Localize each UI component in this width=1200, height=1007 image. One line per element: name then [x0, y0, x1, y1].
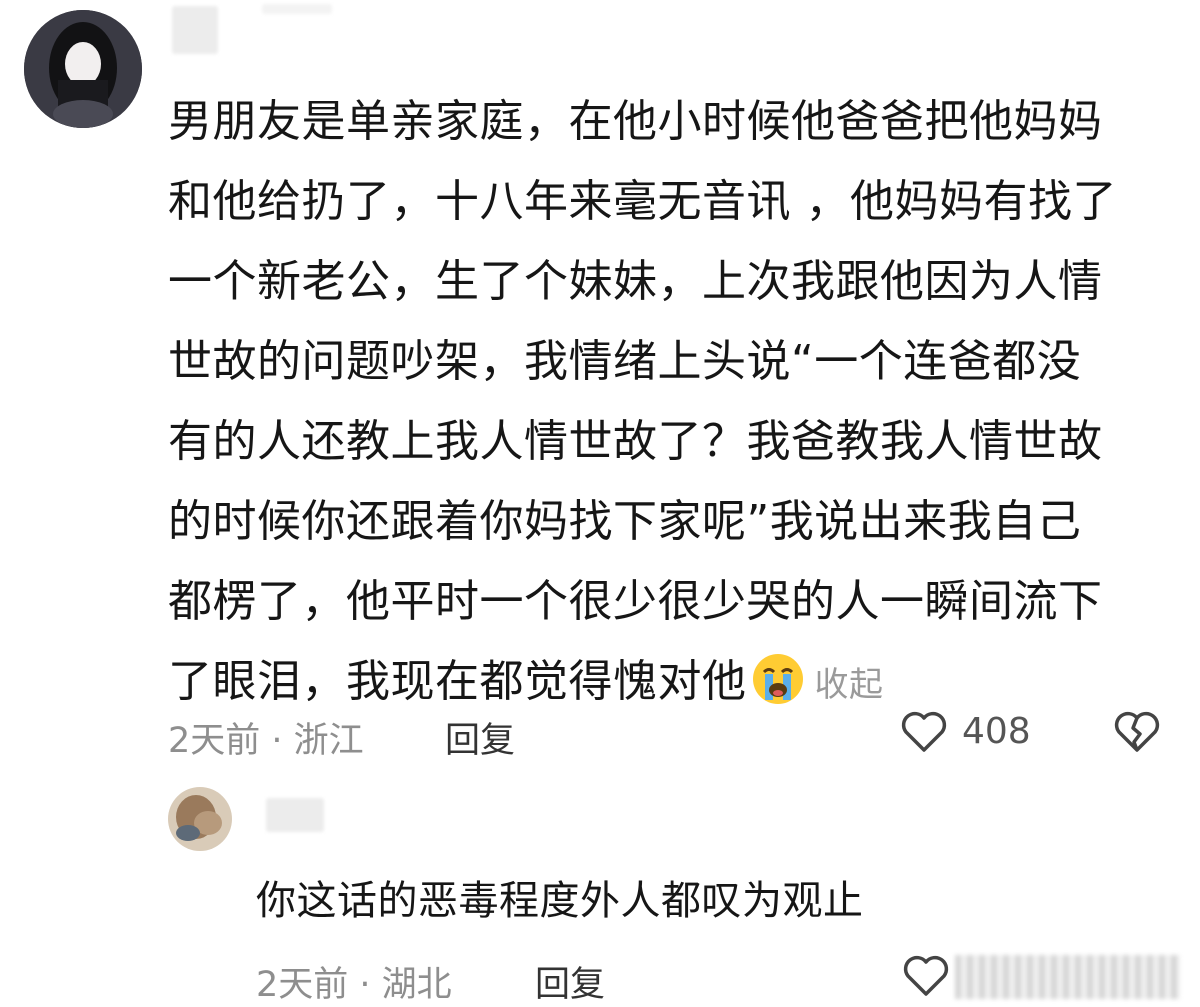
comment-time-location: 2天前 · 浙江 [168, 721, 364, 761]
comment-last-line: 了眼泪，我现在都觉得愧对他 收起 [168, 642, 1168, 722]
reply-avatar[interactable] [168, 787, 232, 851]
reply-reply-button[interactable]: 回复 [535, 956, 605, 1007]
comment-line: 都楞了，他平时一个很少很少哭的人一瞬间流下 [168, 562, 1168, 642]
comment-line: 世故的问题吵架，我情绪上头说“一个连爸都没 [168, 336, 1082, 387]
comment-line-text: 了眼泪，我现在都觉得愧对他 [168, 656, 747, 707]
like-count: 408 [962, 711, 1031, 752]
dislike-broken-heart-icon[interactable] [1113, 708, 1161, 756]
username-blurred-extra [262, 4, 332, 14]
collapse-link[interactable]: 收起 [815, 665, 884, 705]
reply-like-heart-icon[interactable] [902, 952, 950, 1000]
comment-line: 的时候你还跟着你妈找下家呢”我说出来我自己 [168, 496, 1082, 547]
reply-like-count-blurred [955, 955, 1180, 999]
like-heart-icon[interactable] [900, 708, 948, 756]
crying-face-icon [752, 654, 803, 704]
username-blurred[interactable] [172, 6, 218, 54]
comment-line: 男朋友是单亲家庭，在他小时候他爸爸把他妈妈 [168, 96, 1103, 147]
avatar[interactable] [24, 10, 142, 128]
comment-line: 一个新老公，生了个妹妹，上次我跟他因为人情 [168, 256, 1103, 307]
comment-body: 男朋友是单亲家庭，在他小时候他爸爸把他妈妈 和他给扔了，十八年来毫无音讯 ，他妈… [168, 82, 1168, 722]
reply-button[interactable]: 回复 [445, 712, 515, 763]
comment-line: 和他给扔了，十八年来毫无音讯 ，他妈妈有找了 [168, 176, 1117, 227]
comment-line-text: 都楞了，他平时一个很少很少哭的人一瞬间流下 [168, 576, 1103, 627]
reply-text: 你这话的恶毒程度外人都叹为观止 [256, 878, 864, 924]
comment-line: 有的人还教上我人情世故了？我爸教我人情世故 [168, 416, 1103, 467]
reply-username-blurred[interactable] [266, 798, 324, 832]
reply-time-location: 2天前 · 湖北 [256, 965, 452, 1005]
